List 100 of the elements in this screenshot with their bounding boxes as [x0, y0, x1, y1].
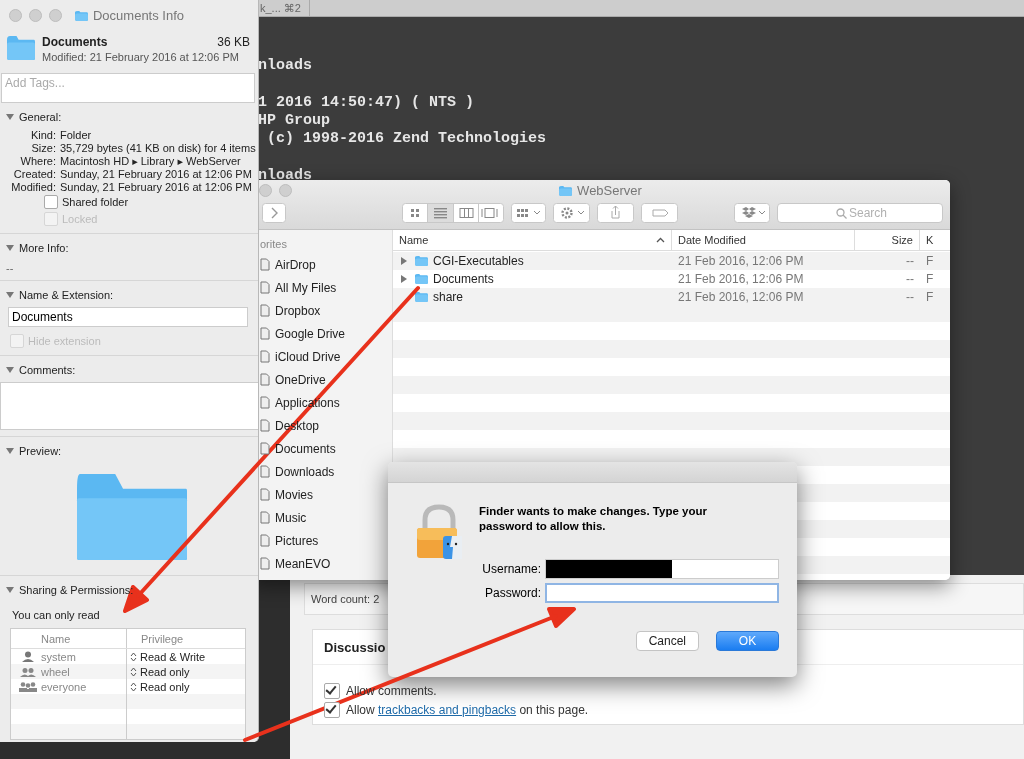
table-cell-text: F [925, 290, 935, 304]
field-value: 35,729 bytes (41 KB on disk) for 4 items [60, 142, 257, 154]
text-link[interactable]: trackbacks and pingbacks [378, 702, 517, 717]
sidebar-item[interactable]: All My Files [260, 276, 392, 299]
user-name: everyone [41, 680, 87, 693]
group-icon [19, 681, 37, 692]
sidebar-item[interactable]: Music [260, 506, 392, 529]
sidebar-item[interactable]: Downloads [260, 460, 392, 483]
sort-caret-icon [656, 237, 665, 243]
section-heading[interactable]: Comments: [19, 364, 76, 376]
field-label: Size: [30, 142, 56, 154]
privilege-popup[interactable]: Read only [127, 679, 245, 694]
privilege-popup[interactable]: Read & Write [127, 649, 245, 664]
sidebar-heading: orites [260, 237, 288, 252]
search-field[interactable]: Search [777, 203, 943, 223]
field-label: Where: [19, 155, 56, 167]
comments-field[interactable] [0, 382, 258, 430]
window-title: Documents Info [92, 8, 184, 23]
disclosure-triangle[interactable] [6, 448, 14, 454]
field-label: Kind: [29, 129, 56, 141]
column-header[interactable]: K [920, 230, 942, 250]
panel-heading: Discussio [324, 639, 386, 655]
window-title: WebServer [577, 183, 642, 198]
checkbox[interactable] [44, 194, 58, 209]
folder-icon [6, 35, 36, 61]
terminal-line: (c) 1998-2016 Zend Technologies [266, 130, 548, 148]
sidebar-item[interactable]: Pictures [260, 529, 392, 552]
file-row[interactable]: Documents 21 Feb 2016, 12:06 PM -- F [393, 270, 950, 288]
group-icon [19, 666, 37, 677]
lock-icon [415, 504, 463, 560]
terminal-line: 1 2016 14:50:47) ( NTS ) [258, 94, 476, 112]
column-header[interactable]: Privilege [127, 629, 245, 648]
updown-icon [130, 681, 137, 692]
size-cell-text: -- [905, 272, 915, 286]
disclosure-triangle[interactable] [6, 292, 14, 298]
section-heading[interactable]: Preview: [19, 445, 62, 457]
sidebar-item[interactable]: AirDrop [260, 253, 392, 276]
sidebar-item[interactable]: Movies [260, 483, 392, 506]
dropbox-button[interactable] [734, 203, 770, 223]
sidebar-item[interactable]: OneDrive [260, 368, 392, 391]
column-header[interactable]: Name [11, 629, 127, 648]
section-heading[interactable]: Name & Extension: [19, 289, 114, 301]
field-value: Folder [60, 129, 93, 141]
settings-button[interactable] [553, 203, 590, 223]
file-name: share [433, 290, 464, 304]
folder-icon [558, 184, 574, 197]
sidebar-item[interactable]: Google Drive [260, 322, 392, 345]
file-name: Documents [433, 272, 494, 286]
sidebar-item[interactable]: Dropbox [260, 299, 392, 322]
terminal-line: nloads [258, 57, 313, 75]
disclosure-triangle[interactable] [6, 245, 14, 251]
column-header[interactable]: Name [393, 230, 672, 250]
terminal-line: nloads [258, 167, 313, 185]
folder-icon [414, 291, 429, 303]
date-cell-text: 21 Feb 2016, 12:06 PM [677, 254, 805, 268]
column-header[interactable]: Date Modified [672, 230, 855, 250]
file-row[interactable]: share 21 Feb 2016, 12:06 PM -- F [393, 288, 950, 306]
updown-icon [130, 651, 137, 662]
forward-button[interactable] [262, 203, 286, 223]
terminal-line: HP Group [258, 112, 331, 130]
disclosure-triangle[interactable] [6, 367, 14, 373]
user-name: system [41, 650, 76, 663]
user-name: wheel [41, 665, 70, 678]
date-cell-text: 21 Feb 2016, 12:06 PM [677, 290, 805, 304]
date-cell-text: 21 Feb 2016, 12:06 PM [677, 272, 805, 286]
folder-icon [414, 255, 429, 267]
disclosure-triangle[interactable] [6, 587, 14, 593]
privilege-popup[interactable]: Read only [127, 664, 245, 679]
file-row[interactable]: CGI-Executables 21 Feb 2016, 12:06 PM -- F [393, 252, 950, 270]
folder-icon [414, 273, 429, 285]
tags-field[interactable]: Add Tags... [1, 73, 255, 103]
field-value: Sunday, 21 February 2016 at 12:06 PM [60, 181, 253, 193]
arrange-button[interactable] [511, 203, 546, 223]
checkbox[interactable] [324, 682, 340, 699]
column-header[interactable]: Size [855, 230, 920, 250]
section-heading[interactable]: General: [19, 111, 62, 123]
field-label: Created: [12, 168, 56, 180]
sidebar-item[interactable]: iCloud Drive [260, 345, 392, 368]
disclosure-triangle[interactable] [401, 257, 407, 265]
field-value: Macintosh HD ▸ Library ▸ WebServer [60, 155, 242, 167]
field-label: Modified: [10, 181, 56, 193]
field-label: Password: [483, 586, 541, 600]
disclosure-triangle[interactable] [401, 275, 407, 283]
file-size: 36 KB [217, 35, 250, 49]
disclosure-triangle[interactable] [6, 114, 14, 120]
sidebar-item[interactable]: Documents [260, 437, 392, 460]
view-mode-buttons[interactable] [402, 203, 504, 223]
table-cell-text: F [925, 254, 935, 268]
folder-icon [73, 9, 89, 22]
cancel-button[interactable]: Cancel [635, 631, 699, 651]
name-field[interactable]: Documents [8, 307, 248, 327]
password-field[interactable] [545, 583, 779, 603]
section-heading[interactable]: More Info: [19, 242, 69, 254]
size-cell-text: -- [905, 290, 915, 304]
permission-note: You can only read [11, 608, 101, 623]
username-field[interactable] [545, 559, 779, 579]
sidebar-item[interactable]: MeanEVO [260, 552, 392, 575]
search-icon [836, 208, 847, 219]
field-label: Username: [481, 562, 541, 576]
checkbox[interactable] [324, 701, 340, 718]
